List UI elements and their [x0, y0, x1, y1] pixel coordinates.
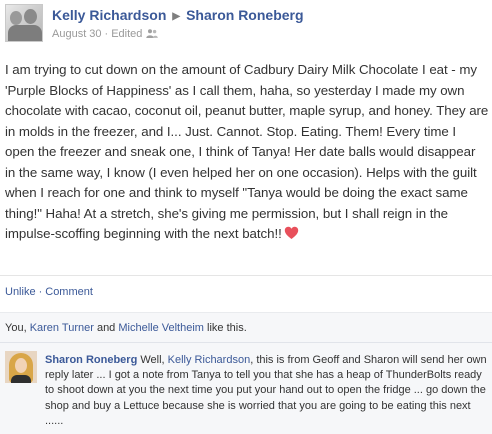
- comment-mention[interactable]: Kelly Richardson: [168, 354, 251, 366]
- meta-separator: ·: [104, 28, 109, 40]
- post-actions: Unlike · Comment: [5, 286, 93, 298]
- comment-text-before: Well,: [137, 354, 168, 366]
- likes-prefix: You,: [5, 322, 30, 334]
- target-name[interactable]: Sharon Roneberg: [186, 7, 303, 23]
- post-body: I am trying to cut down on the amount of…: [5, 60, 489, 245]
- comment-author[interactable]: Sharon Roneberg: [45, 354, 137, 366]
- friends-audience-icon[interactable]: [146, 29, 159, 38]
- likes-sentence: You, Karen Turner and Michelle Veltheim …: [5, 322, 247, 334]
- post-date[interactable]: August 30: [52, 28, 102, 40]
- comment-link[interactable]: Comment: [45, 286, 93, 298]
- comment-item: Sharon Roneberg Well, Kelly Richardson, …: [0, 342, 492, 434]
- likes-and: and: [93, 322, 119, 334]
- author-name[interactable]: Kelly Richardson: [52, 7, 166, 23]
- likes-suffix: like this.: [203, 322, 247, 334]
- post-names: Kelly Richardson ▶ Sharon Roneberg: [52, 7, 304, 25]
- likes-row: You, Karen Turner and Michelle Veltheim …: [0, 312, 492, 343]
- body-divider: [0, 275, 492, 276]
- share-arrow-icon: ▶: [172, 11, 181, 22]
- post-header: Kelly Richardson ▶ Sharon Roneberg August …: [0, 0, 492, 46]
- heart-emoji-icon: [284, 226, 299, 240]
- unlike-link[interactable]: Unlike: [5, 286, 36, 298]
- comment-text: Sharon Roneberg Well, Kelly Richardson, …: [45, 353, 488, 429]
- commenter-avatar[interactable]: [5, 351, 37, 383]
- author-avatar[interactable]: [5, 4, 43, 42]
- liker-karen-turner[interactable]: Karen Turner: [30, 322, 94, 334]
- post-text: I am trying to cut down on the amount of…: [5, 62, 489, 241]
- action-separator: ·: [38, 286, 43, 298]
- edited-label[interactable]: Edited: [111, 28, 142, 40]
- post-meta: August 30 · Edited: [52, 28, 159, 40]
- liker-michelle-veltheim[interactable]: Michelle Veltheim: [118, 322, 204, 334]
